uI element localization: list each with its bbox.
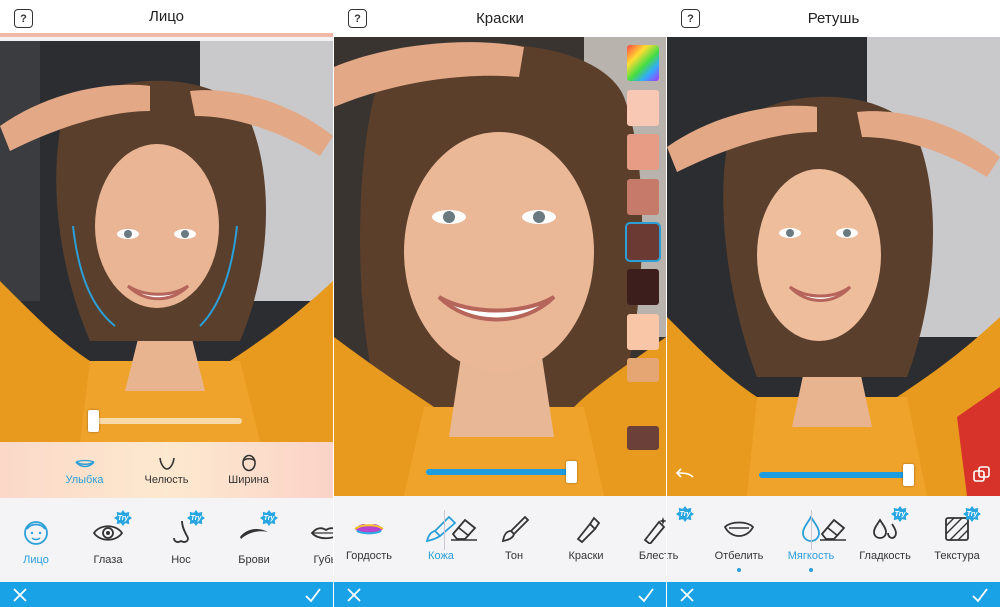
color-swatch[interactable] [627, 269, 659, 305]
rainbow-lips-icon [354, 524, 384, 535]
indicator-dot [737, 568, 741, 572]
tool-eyes[interactable]: Try Глаза [70, 510, 146, 566]
photo-canvas[interactable] [0, 41, 333, 442]
color-swatch[interactable] [627, 314, 659, 350]
smile-lips-icon [74, 459, 95, 468]
page-title: Ретушь [807, 10, 860, 27]
retouch-panel: ? Ретушь Try ть Отбелить Мягкость Try Гл… [667, 0, 1000, 607]
tool-eyebrows[interactable]: Try Брови [216, 510, 292, 566]
colors-panel: ? Краски Гордость Кожа Тон Краски Блес [334, 0, 666, 607]
portrait-photo [667, 37, 1000, 496]
retouch-toolbar: Try ать Отбелить Мягкость Try Гладкость … [667, 496, 1000, 582]
help-button[interactable]: ? [681, 9, 700, 28]
color-picker-swatch[interactable] [627, 45, 659, 81]
photo-canvas[interactable] [667, 37, 1000, 496]
header: ? Лицо [0, 0, 333, 37]
tool-tone[interactable]: Тон [476, 512, 552, 562]
color-swatch[interactable] [627, 358, 659, 382]
tool-texture[interactable]: Try Текстура [919, 506, 995, 562]
tool-pride[interactable]: Гордость [334, 512, 407, 562]
action-bar [334, 582, 666, 607]
indicator-dot [809, 568, 813, 572]
face-icon [24, 521, 48, 545]
tool-smoothness[interactable]: Try Гладкость [847, 506, 923, 562]
portrait-photo [0, 41, 333, 442]
undo-icon[interactable] [675, 465, 695, 481]
action-bar [667, 582, 1000, 607]
color-swatch[interactable] [627, 90, 659, 126]
close-icon[interactable] [12, 587, 28, 603]
slider-knob[interactable] [566, 461, 577, 483]
paint-tube-icon [576, 516, 601, 544]
subtool-width[interactable]: Ширина [219, 454, 279, 498]
intensity-slider[interactable] [88, 410, 242, 432]
help-button[interactable]: ? [348, 9, 367, 28]
close-icon[interactable] [346, 587, 362, 603]
subtool-smile[interactable]: Улыбка [55, 454, 115, 498]
help-button[interactable]: ? [14, 9, 33, 28]
colors-toolbar: Гордость Кожа Тон Краски Блест [334, 496, 666, 582]
face-subtool-bar: Улыбка Челюсть Ширина [0, 442, 333, 498]
face-panel: ? Лицо Улыбка Челюсть Ширина Лицо Try Гл… [0, 0, 333, 607]
tool-glitter[interactable]: Блест [616, 512, 666, 562]
header: ? Ретушь [667, 0, 1000, 37]
portrait-photo-zoomed [334, 37, 666, 496]
glitter-icon [643, 517, 666, 544]
paintbrush-icon [501, 515, 530, 543]
intensity-slider[interactable] [759, 464, 914, 486]
face-toolbar: Лицо Try Глаза Try Нос Try Брови Губы [0, 498, 333, 586]
photo-canvas[interactable] [334, 37, 666, 496]
tool-whiten[interactable]: Отбелить [701, 512, 777, 572]
eraser-icon [820, 518, 846, 541]
tool-face[interactable]: Лицо [0, 516, 74, 566]
slider-knob[interactable] [903, 464, 914, 486]
tool-paints[interactable]: Краски [548, 512, 624, 562]
checkmark-icon[interactable] [305, 587, 321, 603]
action-bar [0, 582, 333, 607]
jaw-icon [158, 457, 175, 470]
color-swatch[interactable] [627, 179, 659, 215]
checkmark-icon[interactable] [972, 587, 988, 603]
subtool-jaw[interactable]: Челюсть [137, 454, 197, 498]
page-title: Лицо [149, 8, 184, 25]
color-swatch[interactable] [627, 134, 659, 170]
compare-icon[interactable] [972, 465, 992, 483]
tool-nose[interactable]: Try Нос [143, 510, 219, 566]
checkmark-icon[interactable] [638, 587, 654, 603]
header: ? Краски [334, 0, 666, 37]
color-swatch-selected[interactable] [625, 222, 661, 262]
face-width-icon [241, 454, 256, 472]
close-icon[interactable] [679, 587, 695, 603]
slider-knob[interactable] [88, 410, 99, 432]
intensity-slider[interactable] [426, 461, 577, 483]
page-title: Краски [476, 10, 524, 27]
tool-lips[interactable]: Губы [288, 516, 333, 566]
lips-icon [310, 527, 333, 540]
whiten-teeth-icon [723, 521, 755, 537]
color-swatch[interactable] [627, 426, 659, 450]
